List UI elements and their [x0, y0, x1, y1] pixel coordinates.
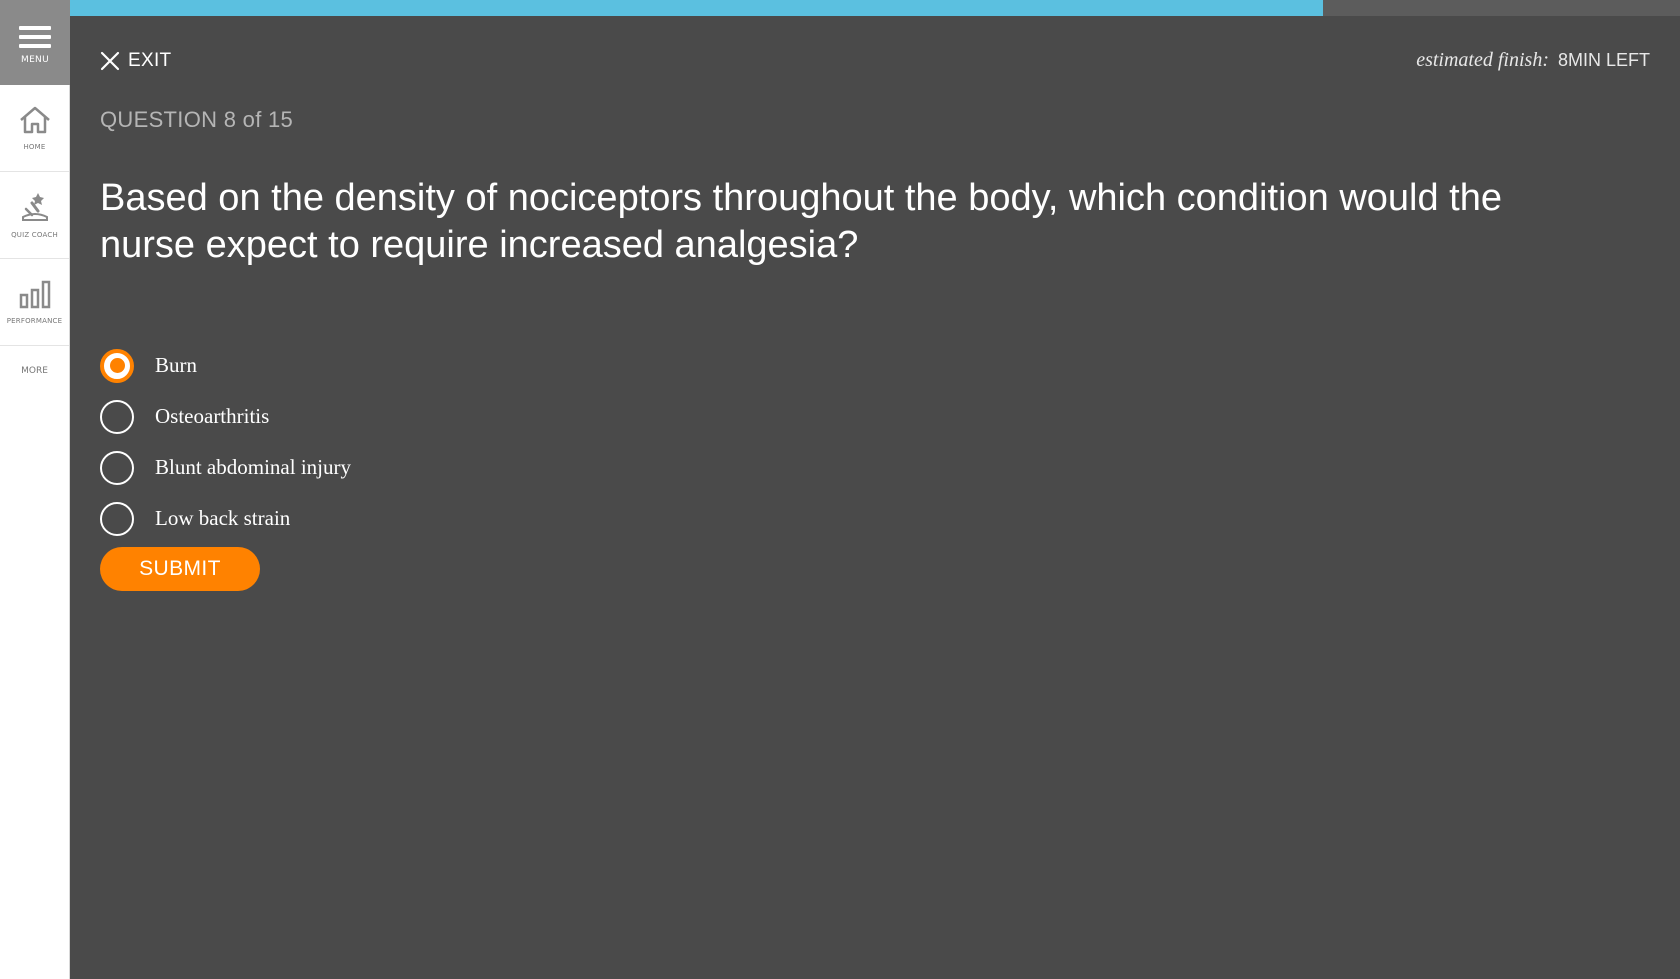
- sidebar-more[interactable]: MORE: [0, 346, 69, 396]
- radio-button[interactable]: [100, 501, 134, 536]
- estimate-prefix: estimated finish:: [1416, 49, 1549, 71]
- sidebar-item-performance[interactable]: PERFORMANCE: [0, 259, 69, 346]
- estimated-finish: estimated finish: 8MIN LEFT: [1416, 49, 1650, 72]
- progress-bar: [70, 0, 1680, 16]
- progress-fill: [70, 0, 1323, 16]
- answer-label: Burn: [155, 353, 197, 377]
- question-text: Based on the density of nociceptors thro…: [100, 177, 1502, 266]
- quiz-coach-icon: [21, 193, 48, 221]
- answer-label: Osteoarthritis: [155, 404, 270, 428]
- answer-label: Blunt abdominal injury: [155, 455, 351, 479]
- sidebar: MENU HOME QUIZ COACH PERFORMANCE MORE: [0, 0, 70, 979]
- radio-button[interactable]: [100, 348, 134, 383]
- sidebar-item-quiz-coach[interactable]: QUIZ COACH: [0, 172, 69, 259]
- exit-label: EXIT: [128, 50, 172, 71]
- answer-options: Burn Osteoarthritis Blunt abdominal inju…: [100, 340, 351, 544]
- menu-label: MENU: [21, 54, 49, 65]
- hamburger-icon: [19, 21, 51, 53]
- bar-chart-icon: [19, 280, 50, 309]
- answer-label: Low back strain: [155, 506, 291, 530]
- sidebar-item-label: QUIZ COACH: [11, 231, 58, 239]
- submit-button[interactable]: SUBMIT: [100, 547, 260, 591]
- sidebar-item-label: PERFORMANCE: [6, 317, 63, 325]
- exit-button[interactable]: EXIT: [100, 50, 171, 72]
- answer-option[interactable]: Blunt abdominal injury: [100, 442, 351, 493]
- sidebar-item-label: HOME: [23, 143, 46, 151]
- menu-button[interactable]: MENU: [0, 0, 70, 85]
- answer-option[interactable]: Low back strain: [100, 493, 351, 544]
- sidebar-item-home[interactable]: HOME: [0, 85, 69, 172]
- sidebar-more-label: MORE: [21, 366, 48, 376]
- estimate-time: 8MIN LEFT: [1557, 50, 1650, 70]
- answer-option[interactable]: Osteoarthritis: [100, 391, 351, 442]
- answer-option[interactable]: Burn: [100, 340, 351, 391]
- radio-button[interactable]: [100, 450, 134, 485]
- home-icon: [19, 106, 50, 134]
- radio-button[interactable]: [100, 399, 134, 434]
- question-counter: QUESTION 8 of 15: [100, 107, 294, 132]
- close-icon: [100, 51, 120, 71]
